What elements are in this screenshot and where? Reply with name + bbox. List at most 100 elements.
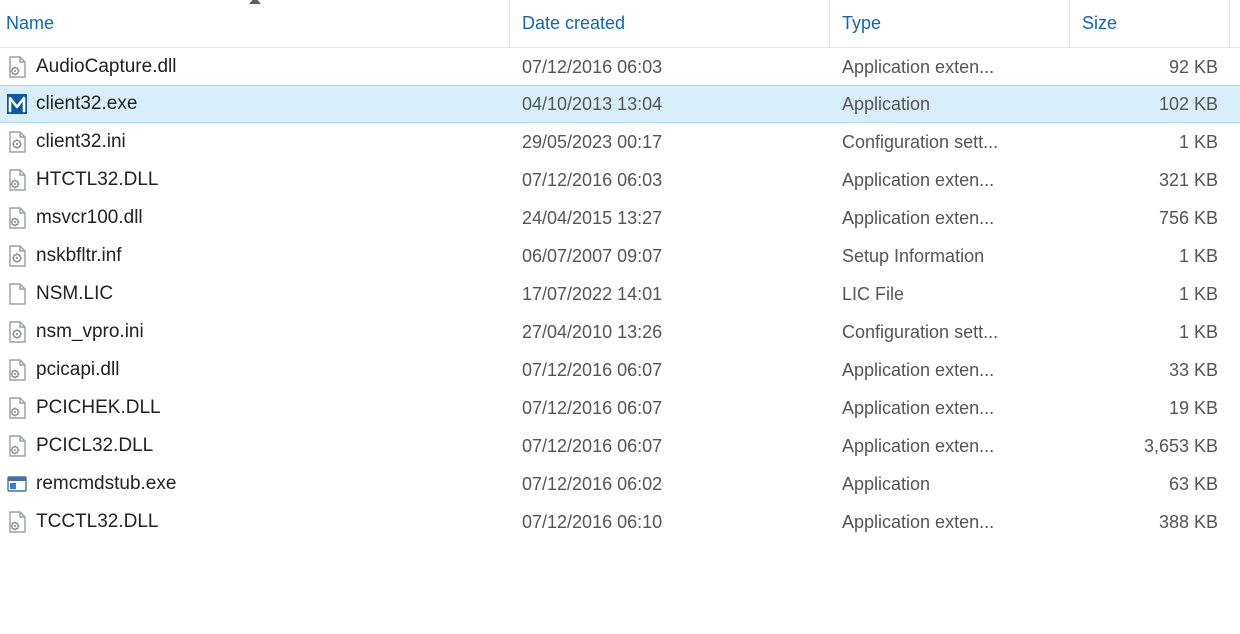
column-header-size[interactable]: Size bbox=[1070, 0, 1230, 47]
column-header-name[interactable]: Name bbox=[0, 0, 510, 47]
file-date: 07/12/2016 06:03 bbox=[510, 57, 830, 78]
file-row[interactable]: nskbfltr.inf06/07/2007 09:07Setup Inform… bbox=[0, 237, 1240, 275]
dll-icon bbox=[6, 359, 28, 381]
file-date: 04/10/2013 13:04 bbox=[510, 94, 830, 115]
file-name-cell[interactable]: nskbfltr.inf bbox=[0, 245, 510, 267]
dll-icon bbox=[6, 207, 28, 229]
file-size: 1 KB bbox=[1070, 246, 1230, 267]
file-row[interactable]: remcmdstub.exe 07/12/2016 06:02Applicatio… bbox=[0, 465, 1240, 503]
file-date: 07/12/2016 06:02 bbox=[510, 474, 830, 495]
file-date: 24/04/2015 13:27 bbox=[510, 208, 830, 229]
sort-ascending-icon bbox=[249, 0, 261, 4]
file-size: 33 KB bbox=[1070, 360, 1230, 381]
file-date: 07/12/2016 06:07 bbox=[510, 398, 830, 419]
file-type: Configuration sett... bbox=[830, 322, 1070, 343]
file-name: TCCTL32.DLL bbox=[36, 511, 159, 533]
column-header-row: Name Date created Type Size bbox=[0, 0, 1240, 48]
file-name: NSM.LIC bbox=[36, 283, 113, 305]
column-header-type[interactable]: Type bbox=[830, 0, 1070, 47]
exe-icon bbox=[6, 473, 28, 495]
file-type: Application bbox=[830, 474, 1070, 495]
file-name-cell[interactable]: AudioCapture.dll bbox=[0, 56, 510, 78]
dll-icon bbox=[6, 56, 28, 78]
file-name: pcicapi.dll bbox=[36, 359, 119, 381]
file-rows: AudioCapture.dll07/12/2016 06:03Applicat… bbox=[0, 48, 1240, 541]
file-name: AudioCapture.dll bbox=[36, 56, 176, 78]
file-name-cell[interactable]: pcicapi.dll bbox=[0, 359, 510, 381]
column-header-type-label: Type bbox=[842, 13, 881, 34]
file-type: Application bbox=[830, 94, 1070, 115]
file-row[interactable]: pcicapi.dll 07/12/2016 06:07Application e… bbox=[0, 351, 1240, 389]
file-size: 1 KB bbox=[1070, 284, 1230, 305]
file-name-cell[interactable]: TCCTL32.DLL bbox=[0, 511, 510, 533]
ini-icon bbox=[6, 245, 28, 267]
file-date: 29/05/2023 00:17 bbox=[510, 132, 830, 153]
file-type: Application exten... bbox=[830, 360, 1070, 381]
file-date: 27/04/2010 13:26 bbox=[510, 322, 830, 343]
file-row[interactable]: PCICL32.DLL 07/12/2016 06:07Application e… bbox=[0, 427, 1240, 465]
column-header-date-label: Date created bbox=[522, 13, 625, 34]
dll-icon bbox=[6, 511, 28, 533]
file-row[interactable]: client32.ini 29/05/2023 00:17Configuratio… bbox=[0, 123, 1240, 161]
column-header-size-label: Size bbox=[1082, 13, 1117, 34]
file-name-cell[interactable]: nsm_vpro.ini bbox=[0, 321, 510, 343]
file-date: 06/07/2007 09:07 bbox=[510, 246, 830, 267]
file-date: 17/07/2022 14:01 bbox=[510, 284, 830, 305]
file-row[interactable]: nsm_vpro.ini 27/04/2010 13:26Configuratio… bbox=[0, 313, 1240, 351]
file-size: 756 KB bbox=[1070, 208, 1230, 229]
file-date: 07/12/2016 06:03 bbox=[510, 170, 830, 191]
file-name-cell[interactable]: HTCTL32.DLL bbox=[0, 169, 510, 191]
file-name-cell[interactable]: PCICHEK.DLL bbox=[0, 397, 510, 419]
file-size: 1 KB bbox=[1070, 322, 1230, 343]
dll-icon bbox=[6, 435, 28, 457]
file-type: Application exten... bbox=[830, 57, 1070, 78]
column-header-date[interactable]: Date created bbox=[510, 0, 830, 47]
file-row[interactable]: NSM.LIC 17/07/2022 14:01LIC File1 KB bbox=[0, 275, 1240, 313]
file-type: Application exten... bbox=[830, 208, 1070, 229]
file-name-cell[interactable]: client32.ini bbox=[0, 131, 510, 153]
file-size: 102 KB bbox=[1070, 94, 1230, 115]
file-name: HTCTL32.DLL bbox=[36, 169, 159, 191]
file-name-cell[interactable]: NSM.LIC bbox=[0, 283, 510, 305]
file-name-cell[interactable]: msvcr100.dll bbox=[0, 207, 510, 229]
file-name-cell[interactable]: client32.exe bbox=[0, 93, 510, 115]
ini-icon bbox=[6, 131, 28, 153]
file-row[interactable]: PCICHEK.DLL 07/12/2016 06:07Application e… bbox=[0, 389, 1240, 427]
file-size: 321 KB bbox=[1070, 170, 1230, 191]
file-size: 63 KB bbox=[1070, 474, 1230, 495]
file-type: Application exten... bbox=[830, 170, 1070, 191]
file-row[interactable]: msvcr100.dll 24/04/2015 13:27Application … bbox=[0, 199, 1240, 237]
dll-icon bbox=[6, 397, 28, 419]
file-size: 388 KB bbox=[1070, 512, 1230, 533]
file-date: 07/12/2016 06:10 bbox=[510, 512, 830, 533]
file-type: Setup Information bbox=[830, 246, 1070, 267]
dll-icon bbox=[6, 169, 28, 191]
file-date: 07/12/2016 06:07 bbox=[510, 360, 830, 381]
file-type: Application exten... bbox=[830, 398, 1070, 419]
file-row[interactable]: TCCTL32.DLL07/12/2016 06:10Application e… bbox=[0, 503, 1240, 541]
file-name: client32.exe bbox=[36, 93, 137, 115]
file-size: 19 KB bbox=[1070, 398, 1230, 419]
file-name: remcmdstub.exe bbox=[36, 473, 176, 495]
file-name: PCICHEK.DLL bbox=[36, 397, 161, 419]
ini-icon bbox=[6, 321, 28, 343]
file-size: 1 KB bbox=[1070, 132, 1230, 153]
file-size: 92 KB bbox=[1070, 57, 1230, 78]
file-name: nsm_vpro.ini bbox=[36, 321, 144, 343]
file-size: 3,653 KB bbox=[1070, 436, 1230, 457]
file-type: Configuration sett... bbox=[830, 132, 1070, 153]
file-type: Application exten... bbox=[830, 436, 1070, 457]
mexe-icon bbox=[6, 93, 28, 115]
file-list-view[interactable]: Name Date created Type Size AudioCapture… bbox=[0, 0, 1240, 541]
file-name: msvcr100.dll bbox=[36, 207, 143, 229]
file-name: PCICL32.DLL bbox=[36, 435, 153, 457]
file-date: 07/12/2016 06:07 bbox=[510, 436, 830, 457]
file-type: LIC File bbox=[830, 284, 1070, 305]
file-name: client32.ini bbox=[36, 131, 126, 153]
file-name-cell[interactable]: remcmdstub.exe bbox=[0, 473, 510, 495]
file-row[interactable]: AudioCapture.dll 07/12/2016 06:03Applicat… bbox=[0, 48, 1240, 86]
file-icon bbox=[6, 283, 28, 305]
file-row[interactable]: HTCTL32.DLL 07/12/2016 06:03Application e… bbox=[0, 161, 1240, 199]
file-row[interactable]: client32.exe 04/10/2013 13:04Application1… bbox=[0, 85, 1240, 123]
file-name-cell[interactable]: PCICL32.DLL bbox=[0, 435, 510, 457]
